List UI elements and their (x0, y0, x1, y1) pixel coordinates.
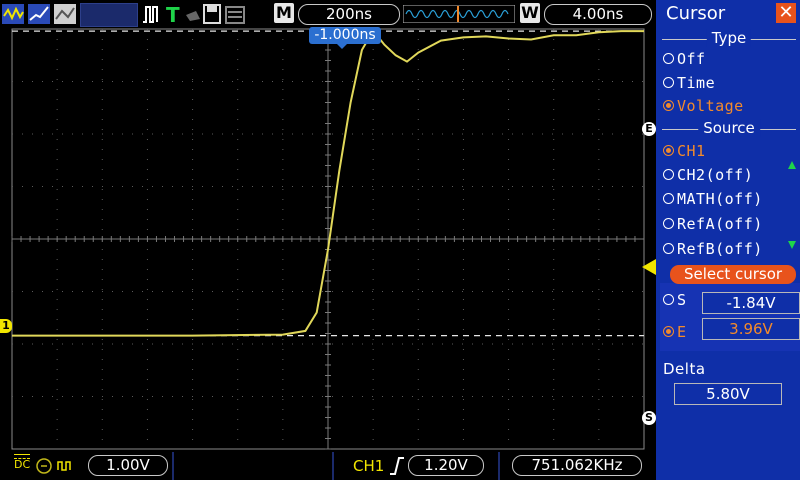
panel-title: Cursor (666, 3, 726, 24)
cursor-s-value[interactable]: -1.84V (702, 292, 800, 314)
delta-value: 5.80V (674, 383, 782, 405)
top-status-bar: T M 200ns W 4.00ns (0, 0, 656, 27)
source-heading-label: Source (698, 119, 760, 137)
ch1-ground-marker[interactable]: 1 (0, 319, 12, 333)
ch1-scale-readout[interactable]: 1.00V (88, 455, 168, 476)
radio-icon (663, 243, 674, 254)
type-section-heading: Type (662, 29, 796, 50)
type-heading-label: Type (706, 29, 752, 47)
type-option-off[interactable]: Off (663, 50, 706, 68)
source-section-heading: Source (662, 119, 796, 140)
scroll-down-icon[interactable] (787, 240, 797, 250)
trigger-t-icon: T (166, 3, 180, 25)
panel-header: Cursor ✕ (656, 0, 800, 27)
window-zoom-readout[interactable]: 4.00ns (544, 4, 652, 25)
trigger-level-marker[interactable] (642, 259, 656, 275)
window-label: W (520, 3, 540, 23)
dc-coupling-label: DC (14, 454, 30, 471)
scroll-up-icon[interactable] (787, 160, 797, 170)
radio-selected-icon (663, 326, 674, 337)
delta-label: Delta (663, 360, 706, 378)
source-option-refb[interactable]: RefB(off) (663, 240, 763, 258)
memory-window-bar (403, 5, 515, 23)
bottom-separator (498, 452, 500, 480)
cursor-s-marker[interactable]: S (642, 411, 656, 425)
radio-icon (663, 169, 674, 180)
run-pulse-icon (143, 6, 158, 23)
trigger-position-marker[interactable]: -1.000ns (309, 27, 381, 44)
radio-selected-icon (663, 100, 674, 111)
radio-icon (663, 77, 674, 88)
timebase-readout[interactable]: 200ns (298, 4, 400, 25)
type-option-time[interactable]: Time (663, 74, 715, 92)
source-option-ch2[interactable]: CH2(off) (663, 166, 753, 184)
usb-icon (186, 11, 200, 21)
radio-icon (663, 294, 674, 305)
cursor-menu-panel: Cursor ✕ Type Off Time Voltage Source CH… (656, 0, 800, 480)
cursor-e-option[interactable]: E (663, 323, 687, 341)
invert-icon (57, 461, 71, 471)
radio-icon (663, 53, 674, 64)
close-icon[interactable]: ✕ (776, 3, 796, 23)
rising-edge-icon[interactable] (389, 457, 405, 475)
radio-icon (663, 193, 674, 204)
status-blank-box (80, 3, 138, 27)
trigger-position-arrow (336, 43, 348, 49)
trigger-icons[interactable]: T (142, 3, 272, 25)
select-cursor-label: Select cursor (670, 265, 796, 284)
source-option-refa[interactable]: RefA(off) (663, 215, 763, 233)
trigger-level-readout[interactable]: 1.20V (408, 455, 484, 476)
type-option-voltage[interactable]: Voltage (663, 97, 744, 115)
source-option-math[interactable]: MATH(off) (663, 190, 763, 208)
cursor-s-option[interactable]: S (663, 291, 687, 309)
bottom-separator (332, 452, 334, 480)
bottom-separator (172, 452, 174, 480)
trigger-source-label: CH1 (353, 457, 385, 475)
bottom-status-bar: DC 1.00V CH1 1.20V 751.062KHz (0, 452, 656, 480)
radio-selected-icon (663, 145, 674, 156)
printer-icon (225, 6, 245, 24)
memory-label: M (274, 3, 294, 23)
cursor-e-marker[interactable]: E (642, 122, 656, 136)
waveform-display[interactable] (0, 27, 656, 452)
channel-icons[interactable] (36, 457, 86, 475)
source-option-ch1[interactable]: CH1 (663, 142, 706, 160)
radio-icon (663, 218, 674, 229)
cursor-e-value[interactable]: 3.96V (702, 318, 800, 340)
frequency-readout: 751.062KHz (512, 455, 642, 476)
acquisition-mode-icons[interactable] (2, 3, 78, 25)
